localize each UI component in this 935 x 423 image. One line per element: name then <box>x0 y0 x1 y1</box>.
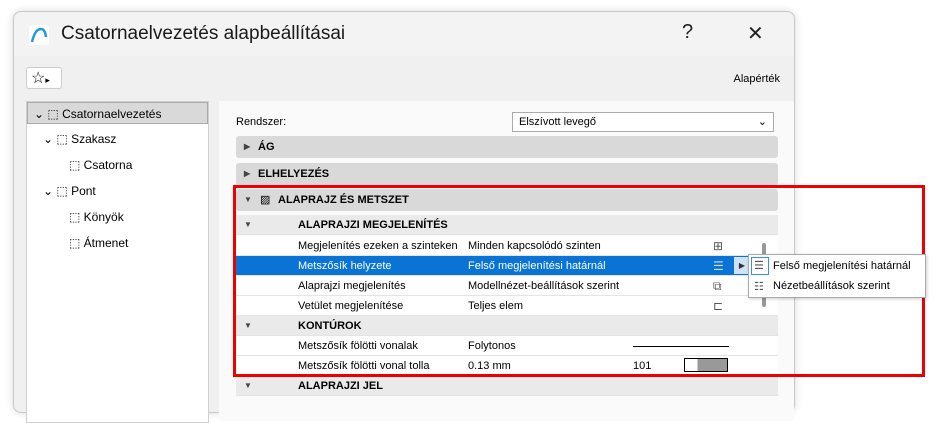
section-title: ELHELYEZÉS <box>258 168 330 180</box>
title-bar: Csatornaelvezetés alapbeállításai ? ✕ <box>14 12 794 56</box>
group-title: ALAPRAJZI JEL <box>298 380 383 392</box>
chevron-down-icon: ⌄ <box>757 116 767 128</box>
view-settings-icon: ☷ <box>754 281 764 293</box>
tree-item-label: Átmenet <box>83 236 129 250</box>
tree-item-label: Csatorna <box>83 158 133 172</box>
top-limit-icon: ☰ <box>754 260 764 272</box>
tree-item-label: Pont <box>71 184 96 198</box>
section-alaprajzi-jel[interactable]: ▼ ALAPRAJZI JEL <box>236 376 778 396</box>
system-select[interactable]: Elszívott levegő ⌄ <box>512 112 774 132</box>
tree-item-label: Könyök <box>83 210 124 224</box>
app-logo-icon <box>29 25 49 45</box>
tree-item-label: Szakasz <box>71 132 117 146</box>
default-label: Alapérték <box>733 73 780 85</box>
arrow-right-icon: ▸ <box>45 75 50 85</box>
section-ag[interactable]: ▶ ÁG <box>236 136 778 158</box>
close-button[interactable]: ✕ <box>747 21 764 46</box>
window-title: Csatornaelvezetés alapbeállításai <box>61 23 346 44</box>
section-title: ÁG <box>258 141 275 153</box>
favorites-button[interactable]: ☆▸ <box>26 67 62 89</box>
popup-option-top-limit[interactable]: Felső megjelenítési határnál <box>773 260 911 272</box>
tree-item-pont[interactable]: ⌄ ⬚ Pont <box>43 180 96 202</box>
system-label: Rendszer: <box>236 116 287 128</box>
tree-item-konyok[interactable]: ⬚ Könyök <box>69 206 124 228</box>
tree-item-csatorna[interactable]: ⬚ Csatorna <box>69 154 132 176</box>
expand-icon: ▶ <box>244 169 251 178</box>
help-button[interactable]: ? <box>682 21 693 44</box>
cut-plane-popup: ☰ Felső megjelenítési határnál ☷ Nézetbe… <box>748 254 926 298</box>
collapse-icon: ▼ <box>244 381 252 390</box>
popup-option-view-settings[interactable]: Nézetbeállítások szerint <box>773 280 890 292</box>
tree-panel: ⌄ ⬚ Csatornaelvezetés ⌄ ⬚ Szakasz ⬚ Csat… <box>26 101 209 423</box>
star-icon: ☆ <box>31 70 46 87</box>
expand-icon: ▶ <box>244 142 251 151</box>
tree-item-szakasz[interactable]: ⌄ ⬚ Szakasz <box>43 128 116 150</box>
tree-item-label: Csatornaelvezetés <box>62 107 162 121</box>
section-elhelyezes[interactable]: ▶ ELHELYEZÉS <box>236 163 778 185</box>
tree-item-atmenet[interactable]: ⬚ Átmenet <box>69 232 128 254</box>
tree-item-csatornaelvezetes[interactable]: ⌄ ⬚ Csatornaelvezetés <box>27 102 208 124</box>
system-value: Elszívott levegő <box>519 116 597 128</box>
